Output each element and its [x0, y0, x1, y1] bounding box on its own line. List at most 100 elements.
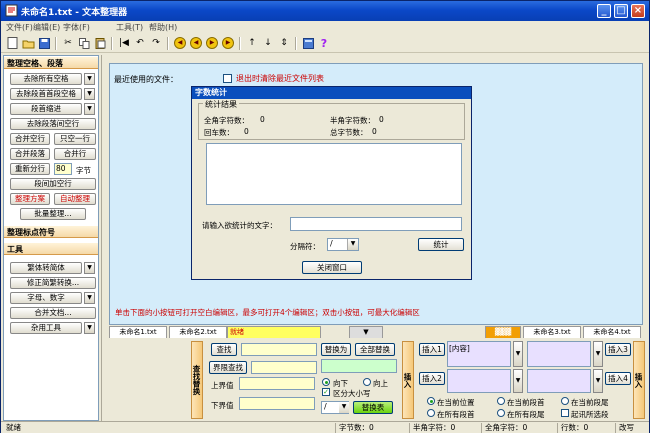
nav-next-icon[interactable]: ▶: [221, 36, 235, 50]
paste-icon[interactable]: [93, 36, 107, 50]
direction-up-radio[interactable]: [363, 378, 371, 386]
case-sensitive-checkbox[interactable]: ✓: [322, 388, 330, 396]
tab-toggle[interactable]: ▼: [349, 326, 383, 338]
menu-edit[interactable]: 编辑(E): [33, 22, 60, 33]
chevron-down-icon[interactable]: ▼: [339, 402, 349, 413]
remove-all-spaces-button[interactable]: 去除所有空格: [10, 73, 82, 85]
redo-icon[interactable]: ↷: [149, 36, 163, 50]
sort-icon[interactable]: ⇕: [277, 36, 291, 50]
insert-tab[interactable]: 插入: [402, 341, 414, 419]
menu-help[interactable]: 帮助(H): [149, 22, 177, 33]
insert-tab-right[interactable]: 插入: [633, 341, 645, 419]
find-button[interactable]: 查找: [211, 343, 237, 356]
find-replace-tab[interactable]: 查找替换: [191, 341, 203, 419]
move-up-icon[interactable]: ↑: [245, 36, 259, 50]
merge-paragraphs-button[interactable]: 合并段落: [10, 148, 50, 160]
insert-1-button[interactable]: 插入1: [419, 343, 445, 356]
open-file-icon[interactable]: [21, 36, 35, 50]
merge-blank-lines-button[interactable]: 合并空行: [10, 133, 50, 145]
menu-tools[interactable]: 工具(T): [116, 22, 143, 33]
save-file-icon[interactable]: [37, 36, 51, 50]
merge-docs-button[interactable]: 合并文档...: [10, 307, 96, 319]
title-bar[interactable]: 未命名1.txt - 文本整理器 _ □ ×: [1, 1, 649, 21]
remove-start-end-spaces-button[interactable]: 去除段首首段空格: [10, 88, 82, 100]
nav-forward-icon[interactable]: ▶: [205, 36, 219, 50]
close-dialog-button[interactable]: 关闭窗口: [302, 261, 362, 274]
trad-simp-button[interactable]: 繁体转简体: [10, 262, 82, 274]
chevron-down-icon[interactable]: ▼: [84, 73, 95, 85]
menu-font[interactable]: 字体(F): [63, 22, 90, 33]
insert-1-field[interactable]: [内容]: [447, 341, 511, 367]
insert-4-button[interactable]: 插入4: [605, 372, 631, 385]
upper-bound-input[interactable]: [239, 377, 315, 390]
insert-para-start-radio[interactable]: [497, 397, 505, 405]
tab-badge[interactable]: ▓▓▓: [485, 326, 521, 338]
find-input[interactable]: [241, 343, 317, 356]
replace-all-button[interactable]: 全部替换: [355, 343, 395, 356]
insert-3-button[interactable]: 插入3: [605, 343, 631, 356]
chevron-down-icon[interactable]: ▼: [84, 88, 95, 100]
insert-2-field[interactable]: [447, 369, 511, 393]
range-find-button[interactable]: 界限查找: [209, 361, 247, 374]
minimize-icon[interactable]: _: [597, 4, 611, 18]
count-button[interactable]: 统计: [418, 238, 464, 251]
count-text-input[interactable]: [290, 217, 462, 231]
insert-at-cursor-radio[interactable]: [427, 397, 435, 405]
chevron-down-icon[interactable]: ▼: [84, 322, 95, 334]
result-text-area[interactable]: [206, 143, 462, 205]
batch-tidy-button[interactable]: 批量整理...: [20, 208, 86, 220]
cut-icon[interactable]: ✂: [61, 36, 75, 50]
tab-untitled-3[interactable]: 未命名3.txt: [523, 326, 581, 338]
nav-prev-icon[interactable]: ◀: [173, 36, 187, 50]
splitter[interactable]: [101, 55, 107, 421]
chevron-down-icon[interactable]: ▼: [513, 369, 523, 393]
calculator-icon[interactable]: [301, 36, 315, 50]
first-icon[interactable]: |◀: [117, 36, 131, 50]
direction-down-radio[interactable]: [322, 378, 330, 386]
chevron-down-icon[interactable]: ▼: [593, 369, 603, 393]
split-value-input[interactable]: 80: [54, 163, 72, 175]
replace-table-button[interactable]: 替换表: [353, 401, 393, 414]
merge-lines-button[interactable]: 合并行: [54, 148, 96, 160]
maximize-icon[interactable]: □: [614, 4, 628, 18]
letters-numbers-button[interactable]: 字母、数字: [10, 292, 82, 304]
indent-button[interactable]: 段首缩进: [10, 103, 82, 115]
section-header-spaces[interactable]: 整理空格、段落: [4, 57, 98, 69]
help-icon[interactable]: ?: [317, 36, 331, 50]
chevron-down-icon[interactable]: ▼: [347, 239, 358, 250]
replace-input[interactable]: [321, 359, 397, 373]
section-header-punctuation[interactable]: 整理标点符号: [4, 226, 98, 238]
insert-3-field[interactable]: [527, 341, 591, 367]
insert-all-start-radio[interactable]: [427, 409, 435, 417]
find-input-2[interactable]: [251, 361, 317, 374]
undo-icon[interactable]: ↶: [133, 36, 147, 50]
remove-blank-lines-button[interactable]: 去除段落间空行: [10, 118, 96, 130]
tab-status[interactable]: 就绪: [227, 326, 321, 338]
selected-para-checkbox[interactable]: [561, 409, 569, 417]
fix-misspell-button[interactable]: 修正简繁转换...: [10, 277, 96, 289]
insert-all-end-radio[interactable]: [497, 409, 505, 417]
tab-untitled-1[interactable]: 未命名1.txt: [109, 326, 167, 338]
re-split-button[interactable]: 重新分行: [10, 163, 50, 175]
tab-untitled-2[interactable]: 未命名2.txt: [169, 326, 227, 338]
clear-recent-checkbox[interactable]: [223, 74, 232, 83]
chevron-down-icon[interactable]: ▼: [513, 341, 523, 367]
move-down-icon[interactable]: ↓: [261, 36, 275, 50]
add-blank-lines-button[interactable]: 段间加空行: [10, 178, 96, 190]
chevron-down-icon[interactable]: ▼: [84, 103, 95, 115]
chevron-down-icon[interactable]: ▼: [84, 292, 95, 304]
keep-one-line-button[interactable]: 只空一行: [54, 133, 96, 145]
insert-2-button[interactable]: 插入2: [419, 372, 445, 385]
insert-4-field[interactable]: [527, 369, 591, 393]
close-icon[interactable]: ×: [631, 4, 645, 18]
tab-untitled-4[interactable]: 未命名4.txt: [583, 326, 641, 338]
tidy-scheme-button[interactable]: 整理方案: [10, 193, 50, 205]
copy-icon[interactable]: [77, 36, 91, 50]
section-header-tools[interactable]: 工具: [4, 243, 98, 255]
nav-back-icon[interactable]: ◀: [189, 36, 203, 50]
lower-bound-input[interactable]: [239, 397, 315, 410]
new-file-icon[interactable]: [5, 36, 19, 50]
auto-tidy-button[interactable]: 自动整理: [54, 193, 96, 205]
chevron-down-icon[interactable]: ▼: [593, 341, 603, 367]
menu-file[interactable]: 文件(F): [6, 22, 33, 33]
